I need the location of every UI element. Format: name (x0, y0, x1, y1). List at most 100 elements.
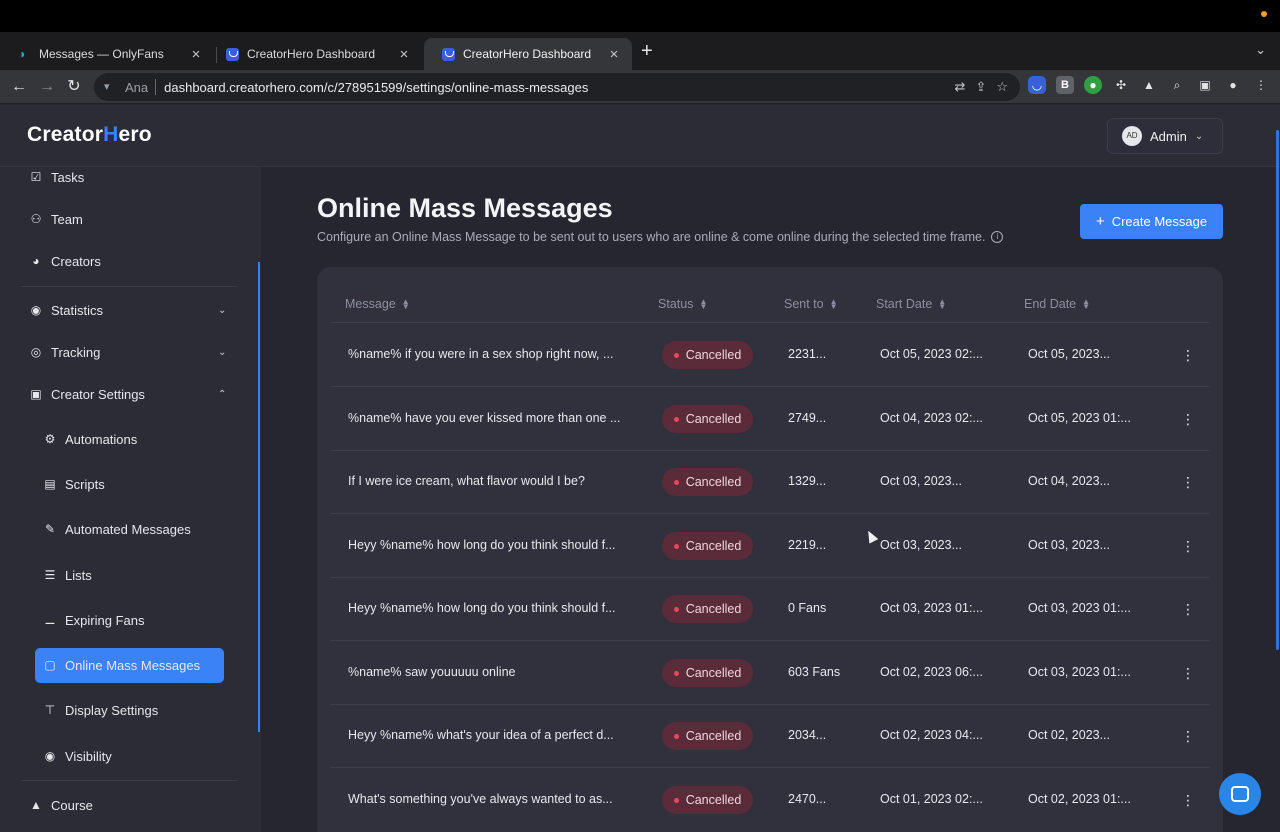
start-date-cell: Oct 01, 2023 02:... (880, 792, 983, 806)
sidebar-item-label: Creator Settings (51, 386, 145, 402)
plus-icon: + (1095, 213, 1105, 230)
bookmark-star-icon[interactable]: ☆ (996, 79, 1008, 95)
site-info-icon[interactable]: ▾ (104, 81, 114, 93)
sidebar-scrollbar[interactable] (258, 262, 260, 732)
row-actions-icon[interactable]: ⋮ (1181, 345, 1195, 365)
end-date-cell: Oct 03, 2023 01:... (1028, 665, 1131, 679)
user-menu-button[interactable]: AD Admin ⌄ (1107, 118, 1223, 154)
table-row[interactable]: Heyy %name% how long do you think should… (331, 514, 1209, 578)
row-actions-icon[interactable]: ⋮ (1181, 472, 1195, 492)
sort-icon: ▲ ▼ (401, 297, 410, 311)
messages-table-card: Message ▲ ▼ Status ▲ ▼ Sent to ▲ ▼ Start Da… (317, 267, 1223, 832)
more-menu-icon[interactable]: ⋮ (1252, 76, 1270, 94)
row-actions-icon[interactable]: ⋮ (1181, 409, 1195, 429)
sidebar-item-lists[interactable]: ☰ Lists (43, 564, 92, 586)
green-extension-icon[interactable]: ● (1084, 76, 1102, 94)
close-icon[interactable]: × (188, 46, 204, 63)
table-row[interactable]: What's something you've always wanted to… (331, 768, 1209, 832)
row-actions-icon[interactable]: ⋮ (1181, 599, 1195, 619)
column-label: End Date (1024, 297, 1077, 311)
browser-tab-creatorhero-active[interactable]: CreatorHero Dashboard × (424, 38, 632, 70)
sidebar-item-label: Automations (65, 431, 138, 447)
gears-icon: ⚙ (44, 432, 56, 446)
sidebar-item-automated-messages[interactable]: ✎ Automated Messages (43, 518, 191, 540)
browser-tab-creatorhero-1[interactable]: CreatorHero Dashboard × (208, 38, 422, 70)
translate-icon[interactable]: ⇄ (955, 79, 966, 95)
tab-search-chevron-icon[interactable]: ⌄ (1255, 42, 1266, 58)
sidebar-item-expiring-fans[interactable]: ⚊ Expiring Fans (43, 609, 145, 631)
sidebar-item-automations[interactable]: ⚙ Automations (43, 428, 138, 450)
row-actions-icon[interactable]: ⋮ (1181, 536, 1195, 556)
sent-to-cell: 2231... (788, 347, 827, 361)
creatorhero-logo[interactable]: CreatorHero (27, 123, 152, 147)
url-text[interactable]: dashboard.creatorhero.com/c/278951599/se… (164, 80, 588, 95)
sent-to-cell: 2749... (788, 411, 827, 425)
close-icon[interactable]: × (606, 46, 622, 63)
info-icon[interactable]: i (991, 231, 1004, 243)
side-panel-icon[interactable]: ▣ (1196, 76, 1214, 94)
column-label: Message (345, 297, 396, 311)
sidebar-item-statistics[interactable]: ◉ Statistics ⌄ (29, 299, 227, 321)
tab-title: CreatorHero Dashboard (247, 47, 376, 61)
b-extension-icon[interactable]: B (1056, 76, 1074, 94)
page-scrollbar[interactable] (1276, 130, 1279, 650)
table-row[interactable]: If I were ice cream, what flavor would I… (331, 450, 1209, 514)
profile-chip[interactable]: Ana (125, 80, 148, 95)
row-actions-icon[interactable]: ⋮ (1181, 790, 1195, 810)
table-row[interactable]: %name% saw youuuuu online Cancelled 603 … (331, 641, 1209, 705)
address-bar[interactable]: ▾ Ana dashboard.creatorhero.com/c/278951… (94, 73, 1020, 101)
sort-icon: ▲ ▼ (829, 297, 838, 311)
row-actions-icon[interactable]: ⋮ (1181, 726, 1195, 746)
status-badge: Cancelled (662, 341, 753, 369)
column-header-status[interactable]: Status ▲ ▼ (658, 297, 707, 311)
table-row[interactable]: Heyy %name% how long do you think should… (331, 577, 1209, 641)
profile-avatar-icon[interactable]: ● (1224, 76, 1242, 94)
status-dot-icon (673, 733, 679, 739)
graduation-cap-icon: ▲ (30, 798, 42, 812)
status-badge: Cancelled (662, 405, 753, 433)
puzzle-extensions-icon[interactable]: ✣ (1112, 76, 1130, 94)
sidebar-item-tasks[interactable]: ☑ Tasks (29, 166, 85, 188)
paint-roller-icon: ⊤ (44, 703, 56, 717)
row-actions-icon[interactable]: ⋮ (1181, 663, 1195, 683)
end-date-cell: Oct 03, 2023... (1028, 538, 1110, 552)
column-header-start-date[interactable]: Start Date ▲ ▼ (876, 297, 946, 311)
column-header-sent-to[interactable]: Sent to ▲ ▼ (784, 297, 838, 311)
creatorhero-extension-icon[interactable]: ◡ (1028, 76, 1046, 94)
create-message-button[interactable]: + Create Message (1080, 204, 1223, 239)
start-date-cell: Oct 03, 2023 01:... (880, 601, 983, 615)
status-dot-icon (673, 797, 679, 803)
sidebar-item-visibility[interactable]: ◉ Visibility (43, 745, 112, 767)
table-row[interactable]: %name% have you ever kissed more than on… (331, 387, 1209, 451)
share-icon[interactable]: ⇪ (975, 79, 986, 95)
zoom-search-icon[interactable]: ⌕ (1168, 76, 1186, 94)
creatorhero-icon (442, 47, 455, 61)
sidebar-item-course[interactable]: ▲ Course (29, 794, 93, 816)
browser-tab-onlyfans[interactable]: ◑ Messages — OnlyFans × (0, 38, 214, 70)
message-cell: If I were ice cream, what flavor would I… (348, 474, 585, 488)
sidebar-item-scripts[interactable]: ▤ Scripts (43, 473, 104, 495)
table-row[interactable]: %name% if you were in a sex shop right n… (331, 323, 1209, 387)
column-header-message[interactable]: Message ▲ ▼ (345, 297, 410, 311)
sort-icon: ▲ ▼ (699, 297, 708, 311)
sidebar-item-creators[interactable]: ◕ Creators (29, 250, 100, 272)
back-arrow-icon[interactable]: ← (8, 76, 30, 98)
end-date-cell: Oct 02, 2023 01:... (1028, 792, 1131, 806)
forward-arrow-icon[interactable]: → (36, 76, 58, 98)
sidebar-item-tracking[interactable]: ◎ Tracking ⌄ (29, 341, 227, 363)
sidebar-item-online-mass-messages[interactable]: ▢ Online Mass Messages (43, 654, 200, 676)
support-chat-button[interactable] (1219, 773, 1261, 815)
logo-prefix: Creator (27, 123, 104, 146)
sidebar-item-display-settings[interactable]: ⊤ Display Settings (43, 699, 158, 721)
status-label: Cancelled (685, 666, 742, 680)
new-tab-plus-icon[interactable]: + (641, 40, 653, 62)
reload-icon[interactable]: ↻ (63, 76, 85, 98)
sidebar-item-creator-settings[interactable]: ▣ Creator Settings ⌃ (29, 383, 226, 405)
sidebar-item-team[interactable]: ⚇ Team (29, 208, 83, 230)
recording-indicator-icon (1261, 11, 1267, 17)
close-icon[interactable]: × (396, 46, 412, 63)
lab-flask-icon[interactable]: ▲ (1140, 76, 1158, 94)
table-row[interactable]: Heyy %name% what's your idea of a perfec… (331, 704, 1209, 768)
user-minus-icon: ⚊ (44, 613, 56, 627)
column-header-end-date[interactable]: End Date ▲ ▼ (1024, 297, 1090, 311)
